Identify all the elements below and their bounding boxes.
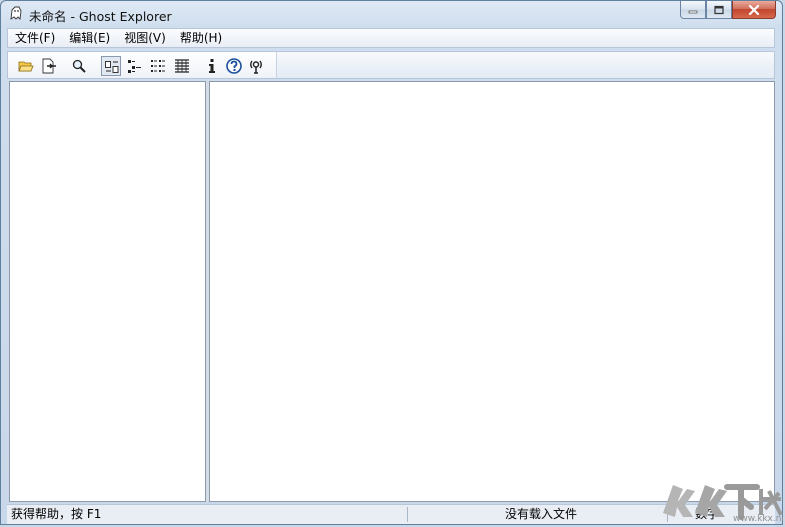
menu-edit[interactable]: 编辑(E) <box>62 29 117 47</box>
window-title: 未命名 - Ghost Explorer <box>29 9 172 24</box>
help-button[interactable] <box>224 56 244 76</box>
folder-open-icon <box>18 61 34 72</box>
large-icons-view-button[interactable] <box>101 56 121 76</box>
info-icon <box>209 59 215 73</box>
status-separator <box>407 507 408 522</box>
small-icons-view-icon <box>128 60 141 73</box>
app-window: 未命名 - Ghost Explorer 文件(F) 编辑(E) 视图(V) 帮… <box>0 0 783 525</box>
properties-button[interactable] <box>202 56 222 76</box>
kk-watermark-logo: www.kkx.net <box>661 479 785 524</box>
watermark-shape <box>663 484 783 520</box>
small-icons-view-button[interactable] <box>125 56 145 76</box>
extract-icon <box>42 58 56 74</box>
status-help-text: 获得帮助，按 F1 <box>11 507 102 521</box>
large-icons-view-icon <box>105 61 119 73</box>
close-button[interactable] <box>732 1 776 19</box>
file-list-pane[interactable] <box>209 81 775 502</box>
details-view-button[interactable] <box>172 56 192 76</box>
maximize-button[interactable] <box>706 1 732 19</box>
details-view-icon <box>175 59 189 73</box>
toolbar <box>7 51 775 79</box>
search-icon <box>72 59 86 73</box>
menu-bar: 文件(F) 编辑(E) 视图(V) 帮助(H) <box>7 28 775 48</box>
minimize-button[interactable] <box>680 1 706 19</box>
status-file-state: 没有载入文件 <box>505 507 578 521</box>
open-button[interactable] <box>16 56 36 76</box>
menu-file[interactable]: 文件(F) <box>8 29 62 47</box>
help-icon <box>226 58 242 74</box>
folder-tree-pane[interactable] <box>9 81 206 502</box>
find-button[interactable] <box>69 56 89 76</box>
antenna-icon <box>250 60 262 74</box>
status-bar: 获得帮助，按 F1 没有载入文件 数字 <box>7 504 775 524</box>
list-view-button[interactable] <box>148 56 168 76</box>
menu-view[interactable]: 视图(V) <box>117 29 173 47</box>
maximize-icon <box>714 5 724 14</box>
title-bar[interactable]: 未命名 - Ghost Explorer <box>1 1 782 27</box>
menu-help[interactable]: 帮助(H) <box>173 29 229 47</box>
list-view-icon <box>151 60 165 72</box>
watermark-url: www.kkx.net <box>733 514 783 523</box>
ghost-app-icon[interactable] <box>8 5 24 21</box>
minimize-icon <box>688 10 698 13</box>
extract-button[interactable] <box>39 56 59 76</box>
whats-this-button[interactable] <box>246 56 266 76</box>
close-icon <box>748 4 760 15</box>
